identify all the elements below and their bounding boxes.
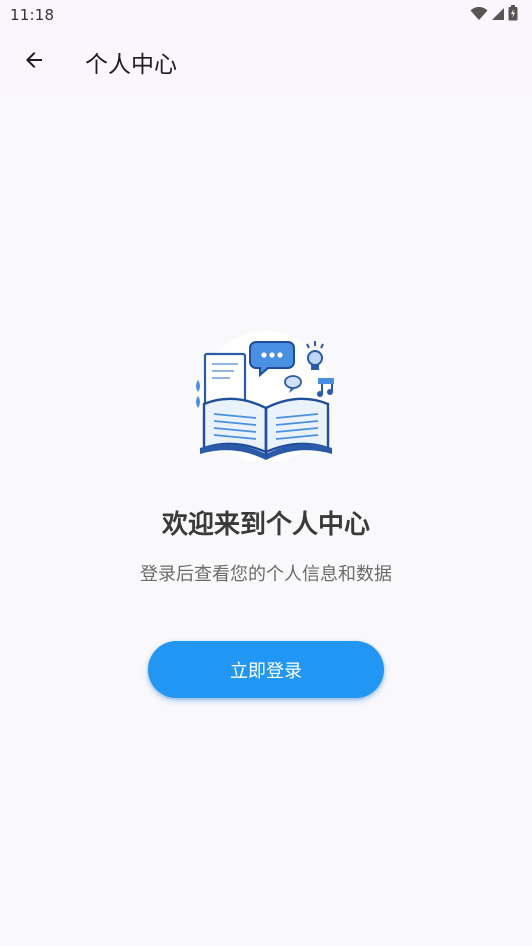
wifi-icon: [470, 6, 488, 25]
signal-icon: [491, 6, 505, 25]
battery-icon: [508, 5, 518, 25]
app-bar: 个人中心: [0, 30, 532, 94]
back-button[interactable]: [19, 47, 49, 77]
page-title: 个人中心: [85, 52, 177, 78]
welcome-title: 欢迎来到个人中心: [161, 510, 370, 540]
status-bar: 11:18: [0, 0, 532, 30]
login-button[interactable]: 立即登录: [148, 641, 384, 698]
welcome-subtitle: 登录后查看您的个人信息和数据: [140, 564, 392, 585]
main-content: 欢迎来到个人中心 登录后查看您的个人信息和数据 立即登录: [0, 94, 532, 946]
arrow-back-icon: [22, 48, 46, 76]
status-icons: [470, 5, 518, 25]
status-time: 11:18: [10, 6, 55, 24]
open-book-with-chat-and-idea-icon: [194, 330, 338, 464]
